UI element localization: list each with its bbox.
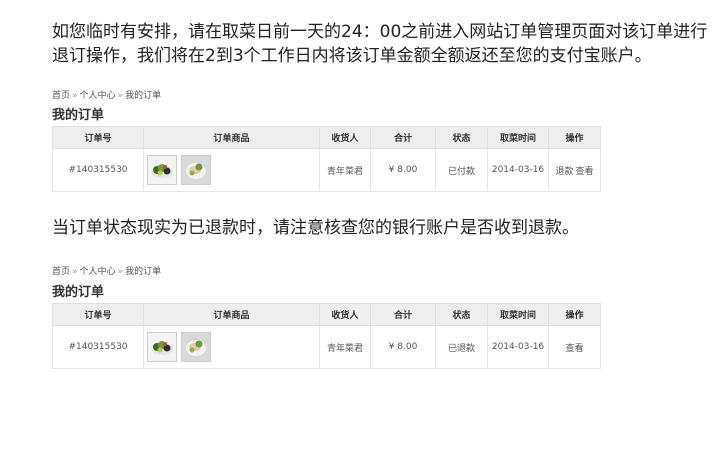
table-header-row: 订单号 订单商品 收货人 合计 状态 取菜时间 操作: [52, 303, 601, 326]
breadcrumb-home[interactable]: 首页: [52, 91, 70, 101]
col-header-goods: 订单商品: [143, 126, 320, 149]
col-header-actions: 操作: [548, 126, 601, 149]
breadcrumb-my-orders[interactable]: 我的订单: [125, 91, 161, 101]
col-header-receiver: 收货人: [319, 126, 371, 149]
order-pickup-date: 2014-03-16: [487, 148, 549, 192]
breadcrumb-separator: »: [72, 267, 78, 277]
breadcrumb-my-orders[interactable]: 我的订单: [125, 267, 161, 277]
order-pickup-date: 2014-03-16: [487, 325, 549, 369]
breadcrumb-home[interactable]: 首页: [52, 267, 70, 277]
table-row: #140315530: [52, 325, 601, 369]
order-total: ¥ 8.00: [370, 148, 436, 192]
breadcrumb-separator: »: [117, 267, 124, 277]
breadcrumb-personal-center[interactable]: 个人中心: [80, 91, 116, 101]
order-id: #140315530: [52, 148, 144, 192]
salad-dish-thumbnail-icon[interactable]: [147, 332, 177, 362]
order-goods: [143, 148, 320, 192]
col-header-pickup-date: 取菜时间: [487, 303, 549, 326]
view-link[interactable]: 查看: [565, 344, 583, 354]
col-header-total: 合计: [370, 126, 436, 149]
order-receiver: 青年菜君: [319, 148, 371, 192]
orders-table: 订单号 订单商品 收货人 合计 状态 取菜时间 操作 #140315530 青年…: [52, 126, 601, 192]
page-title: 我的订单: [52, 108, 105, 123]
notice-paragraph-1: 如您临时有安排，请在取菜日前一天的24：00之前进入网站订单管理页面对该订单进行…: [52, 22, 708, 66]
col-header-actions: 操作: [548, 303, 601, 326]
fish-dish-thumbnail-icon[interactable]: [181, 155, 211, 185]
view-link[interactable]: 查看: [576, 167, 594, 177]
order-status: 已退款: [435, 325, 488, 369]
order-receiver: 青年菜君: [319, 325, 371, 369]
breadcrumb: 首页» 个人中心» 我的订单: [52, 264, 161, 277]
col-header-goods: 订单商品: [143, 303, 320, 326]
col-header-order-id: 订单号: [52, 126, 144, 149]
order-actions: 查看: [548, 325, 601, 369]
order-actions: 退款 查看: [548, 148, 601, 192]
orders-table: 订单号 订单商品 收货人 合计 状态 取菜时间 操作 #140315530 青年…: [52, 303, 601, 369]
page-title: 我的订单: [52, 285, 105, 300]
breadcrumb-personal-center[interactable]: 个人中心: [80, 267, 116, 277]
col-header-total: 合计: [370, 303, 436, 326]
table-header-row: 订单号 订单商品 收货人 合计 状态 取菜时间 操作: [52, 126, 601, 149]
order-id: #140315530: [52, 325, 144, 369]
breadcrumb-separator: »: [72, 91, 78, 101]
notice-paragraph-2: 当订单状态现实为已退款时，请注意核查您的银行账户是否收到退款。: [52, 218, 579, 238]
order-goods: [143, 325, 320, 369]
col-header-receiver: 收货人: [319, 303, 371, 326]
breadcrumb-separator: »: [117, 91, 124, 101]
col-header-order-id: 订单号: [52, 303, 144, 326]
refund-link[interactable]: 退款: [555, 167, 573, 177]
order-status: 已付款: [435, 148, 488, 192]
col-header-status: 状态: [435, 303, 488, 326]
order-total: ¥ 8.00: [370, 325, 436, 369]
col-header-status: 状态: [435, 126, 488, 149]
fish-dish-thumbnail-icon[interactable]: [181, 332, 211, 362]
col-header-pickup-date: 取菜时间: [487, 126, 549, 149]
breadcrumb: 首页» 个人中心» 我的订单: [52, 88, 161, 101]
table-row: #140315530: [52, 148, 601, 192]
salad-dish-thumbnail-icon[interactable]: [147, 155, 177, 185]
